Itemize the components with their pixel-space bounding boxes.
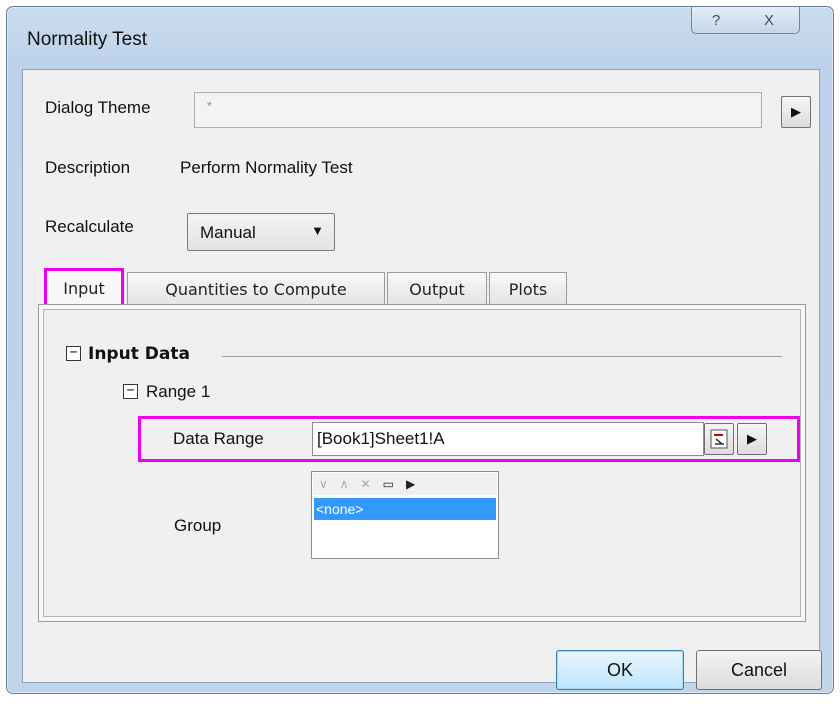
data-range-row: Data Range [Book1]Sheet1!A ▶	[138, 416, 800, 462]
tab-quantities-label: Quantities to Compute	[165, 279, 347, 299]
group-selected-value: <none>	[316, 501, 364, 517]
group-label: Group	[174, 516, 222, 535]
cancel-button-label: Cancel	[730, 659, 788, 680]
dialog-theme-menu-button[interactable]: ▶	[781, 96, 811, 128]
data-range-value: [Book1]Sheet1!A	[317, 429, 445, 448]
data-range-input[interactable]: [Book1]Sheet1!A	[312, 422, 704, 456]
tab-quantities-to-compute[interactable]: Quantities to Compute	[127, 272, 385, 305]
add-icon[interactable]: ▭	[383, 477, 394, 491]
ok-button-label: OK	[606, 659, 633, 680]
description-value: Perform Normality Test	[180, 158, 353, 177]
move-down-icon[interactable]: ∨	[319, 477, 328, 491]
triangle-right-icon[interactable]: ▶	[406, 477, 415, 491]
group-toolbar: ∨ ∧ ✕ ▭ ▶	[313, 473, 497, 495]
delete-icon[interactable]: ✕	[361, 477, 371, 491]
help-button[interactable]: ?	[691, 7, 741, 34]
help-icon: ?	[711, 11, 721, 29]
dialog-theme-field[interactable]: *	[194, 92, 762, 128]
dialog-theme-value: *	[207, 99, 212, 113]
tab-input[interactable]: Input	[44, 268, 124, 308]
tab-output[interactable]: Output	[387, 272, 487, 305]
triangle-right-icon: ▶	[747, 431, 757, 446]
input-tree-area: − Input Data − Range 1 Data Range [Book1…	[43, 309, 801, 617]
tab-output-label: Output	[409, 279, 465, 299]
cancel-button[interactable]: Cancel	[696, 650, 822, 690]
group-list[interactable]: ∨ ∧ ✕ ▭ ▶ <none>	[311, 471, 499, 559]
tab-plots-label: Plots	[508, 279, 548, 299]
group-list-item-selected[interactable]: <none>	[314, 498, 496, 520]
close-button[interactable]: X	[739, 7, 800, 34]
ok-button[interactable]: OK	[556, 650, 684, 690]
data-range-menu-button[interactable]: ▶	[737, 423, 767, 455]
input-data-label: Input Data	[88, 344, 190, 364]
dialog-theme-label: Dialog Theme	[45, 98, 151, 117]
input-tab-panel: − Input Data − Range 1 Data Range [Book1…	[38, 304, 806, 622]
recalculate-label: Recalculate	[45, 217, 134, 236]
chevron-down-icon: ▼	[311, 223, 324, 238]
move-up-icon[interactable]: ∧	[340, 477, 349, 491]
description-label: Description	[45, 158, 131, 177]
recalculate-dropdown[interactable]: Manual ▼	[187, 213, 335, 251]
window-title: Normality Test	[27, 29, 148, 50]
normality-test-dialog: Normality Test ? X Dialog Theme * ▶ Desc…	[6, 6, 834, 694]
collapse-icon[interactable]: −	[123, 384, 138, 399]
select-range-icon	[710, 429, 728, 449]
recalculate-value: Manual	[200, 223, 256, 242]
section-divider	[222, 356, 782, 357]
tab-input-label: Input	[63, 279, 105, 298]
data-range-label: Data Range	[173, 429, 264, 448]
triangle-right-icon: ▶	[791, 104, 801, 119]
collapse-icon[interactable]: −	[66, 346, 81, 361]
close-icon: X	[763, 11, 774, 29]
tab-plots[interactable]: Plots	[489, 272, 567, 305]
range1-label: Range 1	[146, 382, 211, 401]
select-range-button[interactable]	[704, 423, 734, 455]
